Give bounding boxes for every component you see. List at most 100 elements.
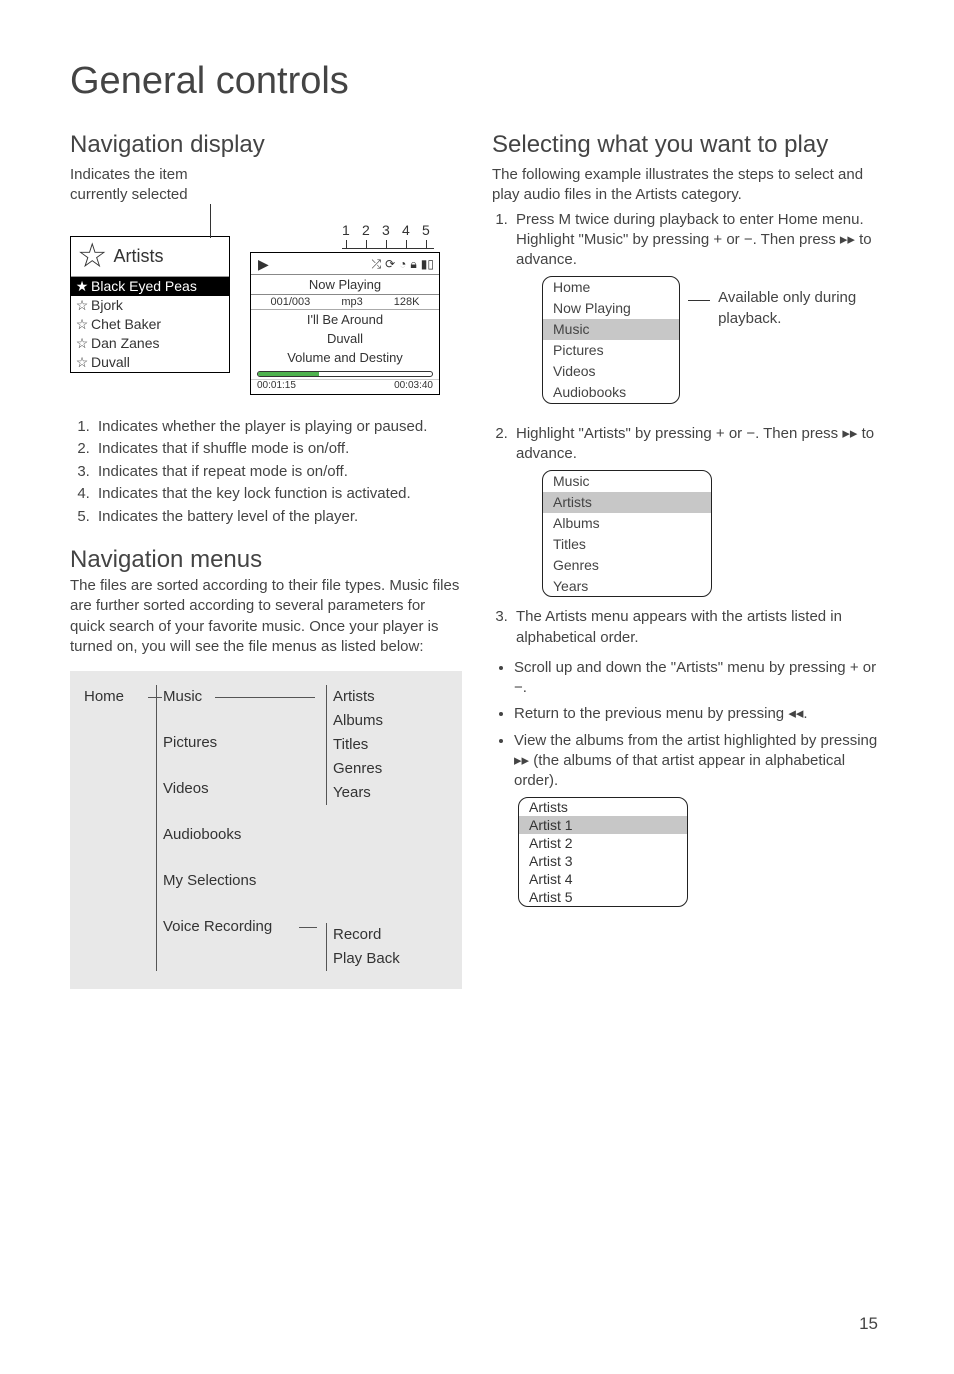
tree-item: Music	[163, 685, 326, 709]
bullet-list: Scroll up and down the "Artists" menu by…	[492, 658, 884, 792]
nav-menus-heading: Navigation menus	[70, 546, 462, 574]
menu-row-highlighted[interactable]: Artists	[543, 492, 711, 513]
list-item[interactable]: ★Black Eyed Peas	[71, 277, 229, 296]
legend-item: Indicates the battery level of the playe…	[94, 507, 462, 527]
star-outline-icon: ☆	[75, 297, 89, 314]
np-meta-row: 001/003 mp3 128K	[251, 295, 439, 310]
selecting-heading: Selecting what you want to play	[492, 131, 884, 159]
menu-row: Albums	[543, 513, 711, 534]
leader-line	[210, 204, 211, 238]
artists-header-label: Artists	[113, 246, 163, 267]
page-number: 15	[859, 1314, 878, 1334]
legend-item: Indicates whether the player is playing …	[94, 417, 462, 437]
time-total: 00:03:40	[394, 380, 433, 391]
tree-item: Pictures	[163, 731, 326, 755]
progress-bar[interactable]	[257, 371, 433, 377]
tick-mark	[426, 240, 427, 248]
np-album: Volume and Destiny	[251, 348, 439, 367]
page-title: General controls	[70, 60, 884, 103]
menu-row: Genres	[543, 555, 711, 576]
menu-row: Now Playing	[543, 298, 679, 319]
repeat-icon: ⟳	[385, 257, 395, 271]
tick-mark	[346, 240, 347, 248]
menu-row-highlighted[interactable]: Music	[543, 319, 679, 340]
menu-row: Artist 3	[519, 852, 687, 870]
tree-item: Voice Recording	[163, 915, 326, 939]
menu-row: Titles	[543, 534, 711, 555]
menu-tree: Home Music Pictures Videos Audiobooks My…	[70, 671, 462, 989]
bullet-item: Return to the previous menu by pressing …	[514, 704, 884, 724]
selecting-intro: The following example illustrates the st…	[492, 165, 884, 206]
artist-name: Dan Zanes	[91, 335, 159, 351]
menu-row-highlighted[interactable]: Artist 1	[519, 816, 687, 834]
progress-fill	[258, 372, 319, 376]
tree-item: Videos	[163, 777, 326, 801]
menu-row: Artist 4	[519, 870, 687, 888]
legend-item: Indicates that the key lock function is …	[94, 484, 462, 504]
nav-menus-paragraph: The files are sorted according to their …	[70, 576, 462, 657]
play-icon: ▶	[258, 256, 269, 273]
list-item[interactable]: ☆Bjork	[71, 296, 229, 315]
menu-row: Years	[543, 576, 711, 597]
tree-col-1: Home	[84, 685, 156, 971]
menu-row: Artist 2	[519, 834, 687, 852]
menu-row: Artist 5	[519, 888, 687, 906]
now-playing-wrap: 1 2 3 4 5 ▶ ⤮ ⟳ ◔	[250, 222, 440, 395]
np-artist: Duvall	[251, 329, 439, 348]
step-3: The Artists menu appears with the artist…	[512, 607, 884, 648]
step-1-text: Press M twice during playback to enter H…	[516, 211, 872, 269]
clock-icon: ◔	[399, 257, 406, 271]
battery-icon: ▮▯	[421, 257, 434, 271]
artist-name: Black Eyed Peas	[91, 278, 197, 294]
step-3-text: The Artists menu appears with the artist…	[516, 608, 842, 645]
tick-mark	[406, 240, 407, 248]
left-column: Navigation display Indicates the item cu…	[70, 131, 462, 989]
artists-menu-box: Artists Artist 1 Artist 2 Artist 3 Artis…	[518, 797, 688, 907]
menu-row: Music	[543, 471, 711, 492]
tree-item: Titles	[333, 733, 436, 757]
two-column-layout: Navigation display Indicates the item cu…	[70, 131, 884, 989]
tree-col-3: Artists Albums Titles Genres Years Recor…	[326, 685, 436, 971]
marker-num: 3	[382, 222, 390, 238]
tree-item: Genres	[333, 757, 436, 781]
step-2: Highlight "Artists" by pressing + or −. …	[512, 424, 884, 598]
track-index: 001/003	[271, 296, 311, 308]
star-outline-icon: ☆	[75, 316, 89, 333]
marker-row: 1 2 3 4 5	[250, 222, 440, 252]
tick-baseline	[342, 248, 434, 249]
list-item[interactable]: ☆Duvall	[71, 353, 229, 372]
np-status-icons: ▶ ⤮ ⟳ ◔ 🔒︎ ▮▯	[251, 253, 439, 274]
menu-row: Videos	[543, 361, 679, 382]
lock-icon: 🔒︎	[410, 257, 416, 272]
artists-list: ★Black Eyed Peas ☆Bjork ☆Chet Baker ☆Dan…	[71, 277, 229, 372]
time-elapsed: 00:01:15	[257, 380, 296, 391]
marker-num: 1	[342, 222, 350, 238]
marker-num: 4	[402, 222, 410, 238]
artist-name: Duvall	[91, 354, 130, 370]
bullet-item: View the albums from the artist highligh…	[514, 731, 884, 792]
indicates-caption: Indicates the item currently selected	[70, 165, 240, 206]
right-column: Selecting what you want to play The foll…	[492, 131, 884, 989]
list-item[interactable]: ☆Chet Baker	[71, 315, 229, 334]
marker-num: 2	[362, 222, 370, 238]
tick-mark	[386, 240, 387, 248]
menu-row: Home	[543, 277, 679, 298]
tree-col-2: Music Pictures Videos Audiobooks My Sele…	[156, 685, 326, 971]
star-outline-icon: ☆	[75, 354, 89, 371]
artists-list-box: ☆ Artists ★Black Eyed Peas ☆Bjork ☆Chet …	[70, 236, 230, 373]
list-item[interactable]: ☆Dan Zanes	[71, 334, 229, 353]
tree-item: Artists	[333, 685, 436, 709]
home-menu-with-note: Home Now Playing Music Pictures Videos A…	[516, 270, 884, 413]
np-song-title: I'll Be Around	[251, 310, 439, 329]
legend-item: Indicates that if shuffle mode is on/off…	[94, 439, 462, 459]
star-icon: ☆	[77, 243, 107, 270]
bitrate-label: 128K	[394, 296, 420, 308]
legend-item: Indicates that if repeat mode is on/off.	[94, 462, 462, 482]
home-menu-box: Home Now Playing Music Pictures Videos A…	[542, 276, 680, 403]
music-menu-box: Music Artists Albums Titles Genres Years	[542, 470, 712, 597]
marker-num: 5	[422, 222, 430, 238]
tree-item: Albums	[333, 709, 436, 733]
star-outline-icon: ☆	[75, 335, 89, 352]
star-filled-icon: ★	[75, 278, 89, 295]
callout-line	[688, 300, 711, 301]
